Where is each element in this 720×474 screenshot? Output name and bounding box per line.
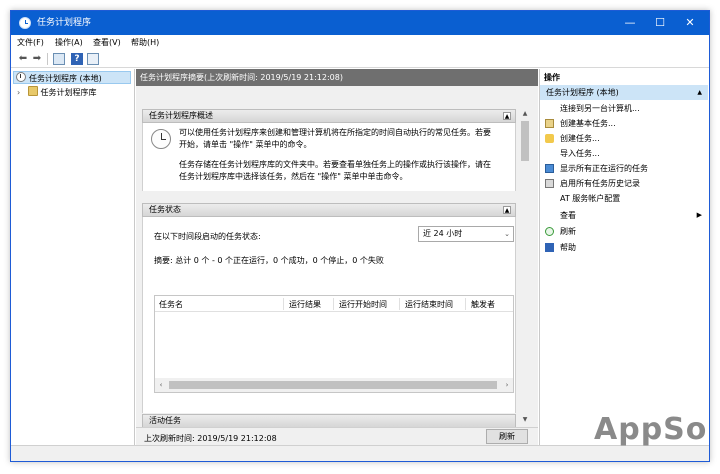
actions-pane: 操作 任务计划程序 (本地) ▲ 连接到另一台计算机... 创建基本任务... …: [539, 69, 709, 445]
menu-help[interactable]: 帮助(H): [131, 37, 159, 48]
last-refresh-text: 上次刷新时间: 2019/5/19 21:12:08: [144, 434, 277, 443]
menu-view[interactable]: 查看(V): [93, 37, 121, 48]
folder-icon: [27, 86, 38, 96]
status-period-label: 在以下时间段启动的任务状态:: [154, 232, 261, 241]
overview-section-header[interactable]: 任务计划程序概述 ▲: [142, 109, 516, 123]
collapse-up-icon[interactable]: ▲: [503, 206, 511, 214]
task-status-table[interactable]: 任务名 运行结果 运行开始时间 运行结束时间 触发者 ‹ ›: [154, 295, 514, 393]
toolbar-separator: [47, 53, 48, 65]
show-hide-action-pane-icon[interactable]: [87, 53, 99, 65]
active-tasks-title: 活动任务: [149, 416, 181, 425]
overview-paragraph-2: 任务存储在任务计划程序库的文件夹中。若要查看单独任务上的操作或执行该操作，请在 …: [179, 160, 491, 181]
table-header: 任务名 运行结果 运行开始时间 运行结束时间 触发者: [155, 296, 513, 312]
collapse-up-icon[interactable]: ▲: [503, 112, 511, 120]
show-hide-console-tree-icon[interactable]: [53, 53, 65, 65]
console-tree: 任务计划程序 (本地) › 任务计划程序库: [11, 69, 135, 445]
close-button[interactable]: ✕: [675, 11, 705, 35]
forward-arrow-icon[interactable]: ➡: [31, 53, 43, 65]
action-enable-history[interactable]: 启用所有任务历史记录: [540, 176, 708, 191]
refresh-button[interactable]: 刷新: [486, 429, 528, 444]
time-period-dropdown[interactable]: 近 24 小时 ⌄: [418, 226, 514, 242]
summary-header: 任务计划程序摘要(上次刷新时间: 2019/5/19 21:12:08): [136, 69, 538, 86]
back-arrow-icon[interactable]: ⬅: [17, 53, 29, 65]
actions-group-label: 任务计划程序 (本地): [546, 88, 619, 97]
column-run-end[interactable]: 运行结束时间: [405, 299, 453, 310]
tree-library-label: 任务计划程序库: [40, 88, 97, 97]
history-icon: [545, 179, 554, 188]
column-task-name[interactable]: 任务名: [159, 299, 183, 310]
status-bar: [11, 445, 709, 461]
scroll-left-icon[interactable]: ‹: [155, 378, 167, 392]
task-scheduler-icon: [19, 17, 31, 29]
scroll-up-icon[interactable]: ▲: [520, 109, 530, 119]
action-show-running[interactable]: 显示所有正在运行的任务: [540, 161, 708, 176]
action-import-task[interactable]: 导入任务...: [540, 146, 708, 161]
refresh-icon: [545, 227, 554, 236]
action-at-config[interactable]: AT 服务帐户配置: [540, 191, 708, 206]
column-run-start[interactable]: 运行开始时间: [339, 299, 387, 310]
action-create-task[interactable]: 创建任务...: [540, 131, 708, 146]
summary-footer: 上次刷新时间: 2019/5/19 21:12:08 刷新: [136, 427, 538, 445]
action-refresh[interactable]: 刷新: [540, 224, 708, 239]
chevron-down-icon: ⌄: [504, 230, 510, 238]
status-title: 任务状态: [149, 205, 181, 214]
expand-chevron-icon[interactable]: ›: [17, 86, 25, 99]
horizontal-scrollbar[interactable]: ‹ ›: [155, 378, 513, 392]
overview-paragraph-1: 可以使用任务计划程序来创建和管理计算机将在所指定的时间自动执行的常见任务。若要 …: [179, 128, 491, 149]
scroll-thumb[interactable]: [169, 381, 497, 389]
overview-body: 可以使用任务计划程序来创建和管理计算机将在所指定的时间自动执行的常见任务。若要 …: [142, 123, 516, 191]
scroll-thumb[interactable]: [521, 121, 529, 161]
column-triggered-by[interactable]: 触发者: [471, 299, 495, 310]
actions-title: 操作: [544, 73, 560, 82]
submenu-arrow-icon: ▶: [696, 211, 702, 219]
help-icon: [545, 243, 554, 252]
scheduler-clock-icon: [151, 129, 171, 149]
scroll-right-icon[interactable]: ›: [501, 378, 513, 392]
overview-title: 任务计划程序概述: [149, 111, 213, 120]
summary-pane: 任务计划程序摘要(上次刷新时间: 2019/5/19 21:12:08) 任务计…: [136, 69, 538, 445]
window-title: 任务计划程序: [37, 18, 92, 28]
time-period-value: 近 24 小时: [423, 229, 463, 238]
menu-bar: 文件(F) 操作(A) 查看(V) 帮助(H): [11, 35, 709, 50]
toolbar: ⬅ ➡ ?: [11, 50, 709, 68]
action-connect[interactable]: 连接到另一台计算机...: [540, 101, 708, 116]
maximize-button[interactable]: ☐: [645, 11, 675, 35]
action-view[interactable]: 查看 ▶: [540, 208, 708, 223]
column-run-result[interactable]: 运行结果: [289, 299, 321, 310]
running-tasks-icon: [545, 164, 554, 173]
status-section-header[interactable]: 任务状态 ▲: [142, 203, 516, 217]
status-summary: 摘要: 总计 0 个 - 0 个正在运行，0 个成功，0 个停止，0 个失败: [154, 256, 384, 265]
tree-item-library[interactable]: › 任务计划程序库: [17, 86, 97, 99]
scroll-down-icon[interactable]: ▼: [520, 415, 530, 425]
basic-task-icon: [545, 119, 554, 128]
menu-file[interactable]: 文件(F): [17, 37, 44, 48]
clock-icon: [16, 72, 26, 82]
actions-group-header[interactable]: 任务计划程序 (本地) ▲: [540, 85, 708, 100]
collapse-up-icon[interactable]: ▲: [697, 85, 702, 100]
tree-item-root[interactable]: 任务计划程序 (本地): [13, 71, 131, 84]
active-tasks-section-header[interactable]: 活动任务: [142, 414, 516, 428]
menu-action[interactable]: 操作(A): [55, 37, 83, 48]
minimize-button[interactable]: —: [615, 11, 645, 35]
action-create-basic-task[interactable]: 创建基本任务...: [540, 116, 708, 131]
summary-vertical-scrollbar[interactable]: ▲ ▼: [520, 109, 530, 429]
action-help[interactable]: 帮助: [540, 240, 708, 255]
help-icon[interactable]: ?: [71, 53, 83, 65]
main-window: 任务计划程序 — ☐ ✕ 文件(F) 操作(A) 查看(V) 帮助(H) ⬅ ➡…: [10, 10, 710, 462]
create-task-icon: [545, 134, 554, 143]
tree-root-label: 任务计划程序 (本地): [29, 74, 102, 83]
appso-watermark: AppSo: [594, 412, 708, 447]
title-bar[interactable]: 任务计划程序 — ☐ ✕: [11, 11, 709, 35]
